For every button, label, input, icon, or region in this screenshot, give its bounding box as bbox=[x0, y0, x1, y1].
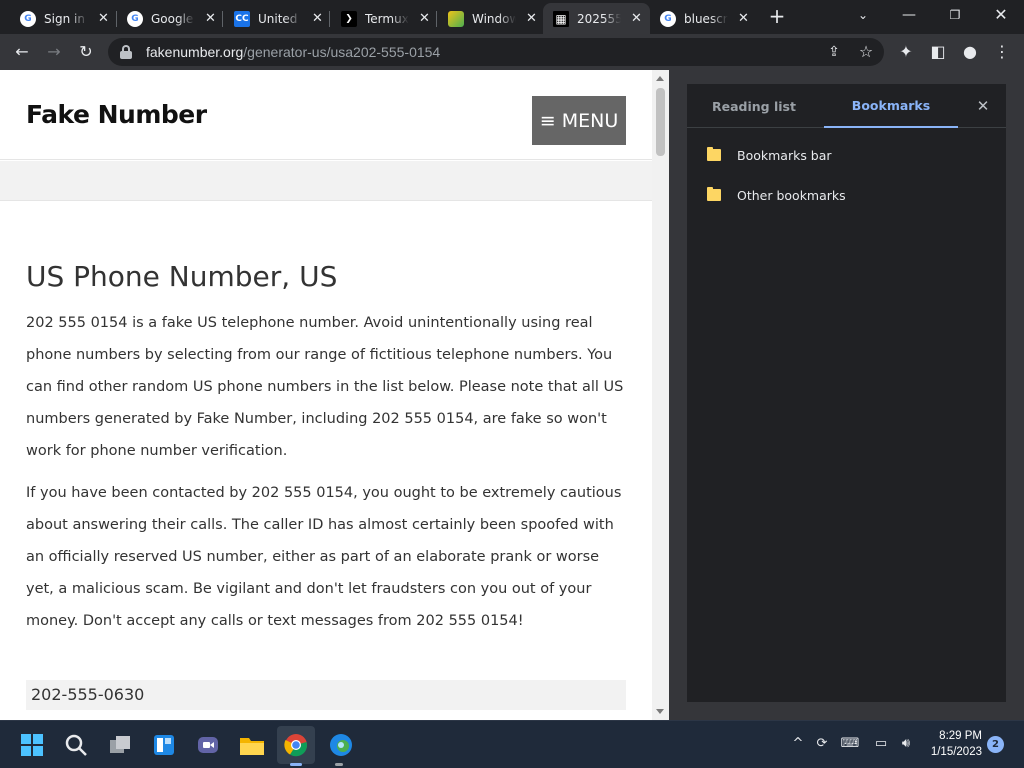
tab-title: United S bbox=[258, 11, 302, 26]
tab-title: Sign in bbox=[44, 11, 85, 26]
tab-title: Termux bbox=[365, 11, 409, 26]
task-view-icon[interactable] bbox=[106, 731, 134, 759]
site-logo[interactable]: Fake Number bbox=[26, 100, 207, 129]
tab-windows[interactable]: Window ✕ bbox=[438, 3, 545, 34]
tab-google[interactable]: G Google ✕ bbox=[117, 3, 224, 34]
close-icon[interactable]: ✕ bbox=[98, 11, 109, 26]
close-window-button[interactable]: ✕ bbox=[986, 4, 1016, 26]
folder-icon bbox=[707, 187, 721, 201]
new-tab-button[interactable]: + bbox=[766, 6, 788, 28]
network-icon[interactable]: ▭ bbox=[870, 733, 892, 755]
side-panel: Reading list Bookmarks ✕ Bookmarks bar O… bbox=[669, 70, 1024, 720]
side-panel-icon[interactable]: ◧ bbox=[926, 40, 950, 64]
tab-bookmarks[interactable]: Bookmarks bbox=[824, 84, 958, 128]
menu-button[interactable]: ≡ MENU bbox=[532, 96, 626, 145]
number-list-item[interactable]: 202-555-0630 bbox=[26, 680, 626, 710]
tab-strip: G Sign in ✕ G Google ✕ CC United S ✕ ❯ T… bbox=[0, 0, 1024, 34]
breadcrumb-band bbox=[0, 161, 652, 201]
chevron-up-icon[interactable]: ^ bbox=[787, 733, 809, 755]
tab-title: Google bbox=[151, 11, 194, 26]
close-icon[interactable]: ✕ bbox=[973, 96, 993, 116]
start-icon[interactable] bbox=[18, 731, 46, 759]
more-menu-icon[interactable]: ⋮ bbox=[990, 40, 1014, 64]
clock[interactable]: 8:29 PM 1/15/2023 bbox=[922, 728, 982, 760]
restore-button[interactable]: ❐ bbox=[940, 4, 970, 26]
teams-chat-icon[interactable] bbox=[194, 731, 222, 759]
tab-title: Window bbox=[472, 11, 516, 26]
address-bar[interactable]: fakenumber.org/generator-us/usa202-555-0… bbox=[108, 38, 884, 66]
minimize-button[interactable]: — bbox=[894, 4, 924, 26]
lock-icon[interactable] bbox=[120, 45, 132, 59]
back-button[interactable]: ← bbox=[10, 40, 34, 64]
clock-date: 1/15/2023 bbox=[930, 746, 982, 758]
paragraph: If you have been contacted by 202 555 01… bbox=[26, 485, 622, 629]
google-icon: G bbox=[660, 10, 676, 27]
notification-badge[interactable]: 2 bbox=[987, 736, 1004, 753]
keyboard-icon[interactable]: ⌨ bbox=[839, 733, 861, 755]
taskbar: ^ ⟳ ⌨ ▭ 🔊︎ 8:29 PM 1/15/2023 2 bbox=[0, 720, 1024, 768]
scroll-up-icon[interactable] bbox=[656, 76, 664, 81]
search-icon[interactable] bbox=[62, 731, 90, 759]
close-icon[interactable]: ✕ bbox=[738, 11, 749, 26]
widgets-icon[interactable] bbox=[150, 731, 178, 759]
edge-icon[interactable] bbox=[327, 731, 355, 759]
tab-bluescri[interactable]: G bluescri ✕ bbox=[650, 3, 757, 34]
profile-icon[interactable]: ● bbox=[958, 40, 982, 64]
share-icon[interactable]: ⇪ bbox=[822, 40, 846, 64]
grid-icon: ▦ bbox=[553, 10, 569, 27]
side-panel-body: Reading list Bookmarks ✕ Bookmarks bar O… bbox=[687, 84, 1006, 702]
tab-termux[interactable]: ❯ Termux ✕ bbox=[331, 3, 438, 34]
tab-title: 202555 bbox=[577, 11, 621, 26]
tab-reading-list[interactable]: Reading list bbox=[687, 84, 821, 128]
scroll-thumb[interactable] bbox=[656, 88, 665, 156]
sync-icon[interactable]: ⟳ bbox=[811, 733, 833, 755]
browser-toolbar: ← → ↻ fakenumber.org/generator-us/usa202… bbox=[0, 34, 1024, 70]
close-icon[interactable]: ✕ bbox=[526, 11, 537, 26]
tab-search-icon[interactable]: ⌄ bbox=[848, 4, 878, 26]
tab-title: bluescri bbox=[684, 11, 728, 26]
folder-label: Other bookmarks bbox=[737, 187, 846, 203]
windows-app-icon bbox=[448, 10, 464, 27]
close-icon[interactable]: ✕ bbox=[631, 11, 642, 26]
forward-button[interactable]: → bbox=[42, 40, 66, 64]
tab-sign-in[interactable]: G Sign in ✕ bbox=[10, 3, 117, 34]
terminal-icon: ❯ bbox=[341, 10, 357, 27]
url-text: fakenumber.org/generator-us/usa202-555-0… bbox=[146, 44, 441, 60]
chrome-icon[interactable] bbox=[277, 726, 315, 764]
clock-time: 8:29 PM bbox=[939, 730, 982, 742]
folder-icon bbox=[707, 147, 721, 161]
close-icon[interactable]: ✕ bbox=[205, 11, 216, 26]
site-header: Fake Number ≡ MENU bbox=[0, 70, 652, 160]
folder-label: Bookmarks bar bbox=[737, 147, 832, 163]
reload-button[interactable]: ↻ bbox=[74, 40, 98, 64]
google-icon: G bbox=[127, 10, 143, 27]
close-icon[interactable]: ✕ bbox=[312, 11, 323, 26]
extensions-icon[interactable]: ✦ bbox=[894, 40, 918, 64]
volume-icon[interactable]: 🔊︎ bbox=[895, 733, 917, 755]
paragraph: 202 555 0154 is a fake US telephone numb… bbox=[26, 315, 624, 459]
file-explorer-icon[interactable] bbox=[238, 731, 266, 759]
page-scrollbar[interactable] bbox=[652, 70, 669, 720]
tab-202555-active[interactable]: ▦ 202555 ✕ bbox=[543, 3, 650, 34]
bookmark-star-icon[interactable]: ☆ bbox=[854, 40, 878, 64]
close-icon[interactable]: ✕ bbox=[419, 11, 430, 26]
web-content: Fake Number ≡ MENU US Phone Number, US 2… bbox=[0, 70, 669, 720]
google-icon: G bbox=[20, 10, 36, 27]
tab-united-states[interactable]: CC United S ✕ bbox=[224, 3, 331, 34]
scroll-down-icon[interactable] bbox=[656, 709, 664, 714]
bookmark-folder-other[interactable]: Other bookmarks bbox=[707, 183, 846, 207]
side-panel-tabs: Reading list Bookmarks ✕ bbox=[687, 84, 1006, 128]
page-title: US Phone Number, US bbox=[26, 260, 338, 293]
bookmark-folder-bookmarks-bar[interactable]: Bookmarks bar bbox=[707, 143, 832, 167]
article: US Phone Number, US 202 555 0154 is a fa… bbox=[26, 260, 628, 647]
cc-icon: CC bbox=[234, 10, 250, 27]
